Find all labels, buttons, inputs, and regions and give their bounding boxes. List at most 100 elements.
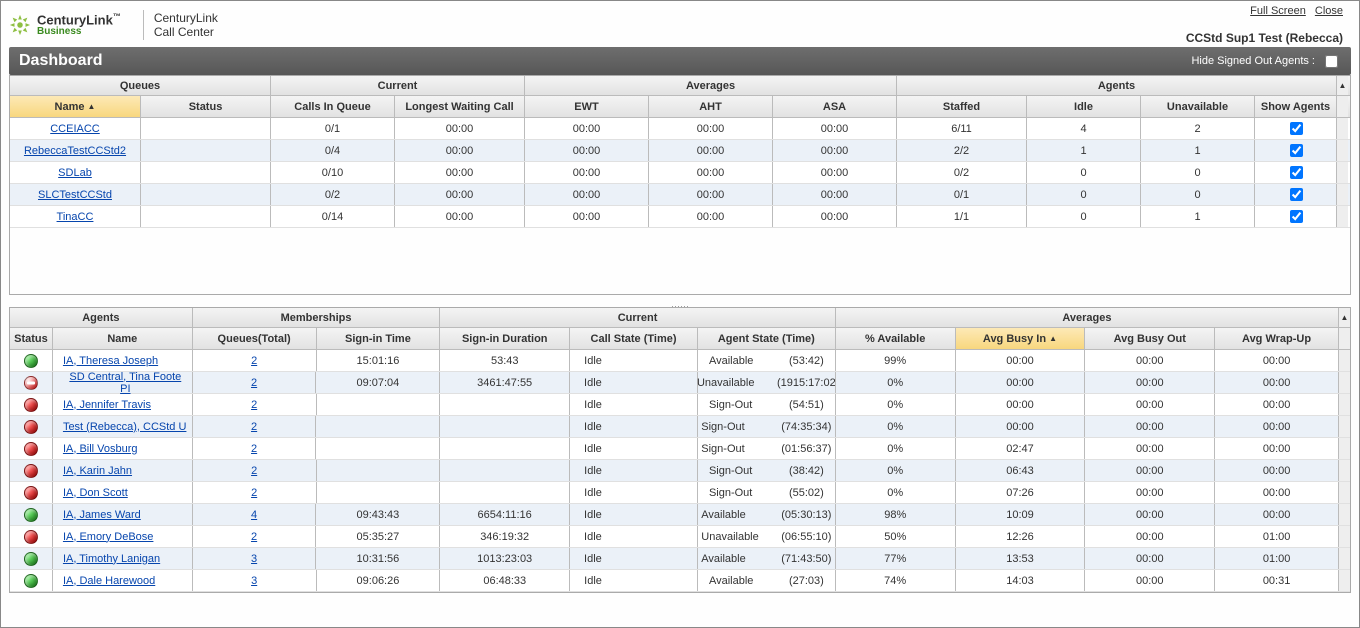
queue-name-link[interactable]: RebeccaTestCCStd2 <box>10 140 140 161</box>
queue-ewt: 00:00 <box>524 184 648 205</box>
show-agents-checkbox[interactable] <box>1290 122 1303 135</box>
agent-name-link[interactable]: IA, Karin Jahn <box>52 460 192 481</box>
agent-agentstate: Available(71:43:50) <box>697 548 835 569</box>
agents-col-header: Status Name Queues(Total) Sign-in Time S… <box>10 328 1350 350</box>
agent-name-link[interactable]: IA, Dale Harewood <box>52 570 192 591</box>
agent-name-link[interactable]: Test (Rebecca), CCStd U <box>52 416 192 437</box>
show-agents-checkbox[interactable] <box>1290 144 1303 157</box>
col-idle[interactable]: Idle <box>1026 96 1140 117</box>
agent-queues-link[interactable]: 2 <box>192 460 316 481</box>
col-calls-in-queue[interactable]: Calls In Queue <box>270 96 394 117</box>
scroll-up-icon[interactable]: ▲ <box>1336 76 1348 95</box>
group-queues: Queues <box>10 76 270 95</box>
queue-unav: 0 <box>1140 184 1254 205</box>
agent-name-link[interactable]: IA, Theresa Joseph <box>52 350 192 371</box>
col-name[interactable]: Name▲ <box>10 96 140 117</box>
col-avg-busy-in[interactable]: Avg Busy In▲ <box>955 328 1085 349</box>
show-agents-checkbox[interactable] <box>1290 166 1303 179</box>
agent-queues-link[interactable]: 2 <box>192 394 316 415</box>
show-agents-checkbox[interactable] <box>1290 188 1303 201</box>
agent-name-link[interactable]: IA, Emory DeBose <box>52 526 192 547</box>
agent-pct: 0% <box>835 394 955 415</box>
group-memberships: Memberships <box>192 308 440 327</box>
col-agent-state[interactable]: Agent State (Time) <box>697 328 835 349</box>
agent-queues-link[interactable]: 2 <box>192 482 316 503</box>
queue-aht: 00:00 <box>648 118 772 139</box>
full-screen-link[interactable]: Full Screen <box>1250 5 1306 17</box>
agent-avgout: 00:00 <box>1084 394 1214 415</box>
agent-signdur <box>439 438 569 459</box>
agent-queues-link[interactable]: 4 <box>192 504 316 525</box>
agent-queues-link[interactable]: 2 <box>192 372 316 393</box>
agent-callstate: Idle <box>569 460 697 481</box>
col-agent-name[interactable]: Name <box>52 328 192 349</box>
queue-name-link[interactable]: SLCTestCCStd <box>10 184 140 205</box>
agent-name-link[interactable]: IA, Jennifer Travis <box>52 394 192 415</box>
queue-name-link[interactable]: TinaCC <box>10 206 140 227</box>
agent-signin: 09:07:04 <box>315 372 439 393</box>
col-longest-waiting[interactable]: Longest Waiting Call <box>394 96 524 117</box>
col-show-agents[interactable]: Show Agents <box>1254 96 1336 117</box>
col-aht[interactable]: AHT <box>648 96 772 117</box>
queue-show-agents[interactable] <box>1254 184 1336 205</box>
agent-status-dot <box>10 570 52 591</box>
queues-col-header: Name▲ Status Calls In Queue Longest Wait… <box>10 96 1350 118</box>
queue-show-agents[interactable] <box>1254 118 1336 139</box>
queue-show-agents[interactable] <box>1254 140 1336 161</box>
queue-idle: 4 <box>1026 118 1140 139</box>
group-averages2: Averages <box>835 308 1338 327</box>
col-signin-duration[interactable]: Sign-in Duration <box>439 328 569 349</box>
col-avg-busy-out[interactable]: Avg Busy Out <box>1084 328 1214 349</box>
brand-logo: CenturyLink™ Business <box>9 13 133 36</box>
col-call-state[interactable]: Call State (Time) <box>569 328 697 349</box>
agent-callstate: Idle <box>569 394 697 415</box>
col-pct-available[interactable]: % Available <box>835 328 955 349</box>
col-unavailable[interactable]: Unavailable <box>1140 96 1254 117</box>
agent-pct: 0% <box>835 416 955 437</box>
queue-name-link[interactable]: CCEIACC <box>10 118 140 139</box>
agent-signdur: 3461:47:55 <box>439 372 569 393</box>
col-ewt[interactable]: EWT <box>524 96 648 117</box>
col-queues-total[interactable]: Queues(Total) <box>192 328 316 349</box>
current-user: CCStd Sup1 Test (Rebecca) <box>1186 31 1343 45</box>
agents-panel: Agents Memberships Current Averages ▲ St… <box>9 307 1351 593</box>
agent-name-link[interactable]: IA, Bill Vosburg <box>52 438 192 459</box>
agent-signin <box>316 394 440 415</box>
agent-queues-link[interactable]: 3 <box>192 570 316 591</box>
queue-asa: 00:00 <box>772 118 896 139</box>
agent-status-dot <box>10 504 52 525</box>
agent-name-link[interactable]: IA, James Ward <box>52 504 192 525</box>
agent-row: IA, Jennifer Travis2IdleSign-Out(54:51)0… <box>10 394 1350 416</box>
close-link[interactable]: Close <box>1315 5 1343 17</box>
col-agent-status[interactable]: Status <box>10 328 52 349</box>
queue-show-agents[interactable] <box>1254 162 1336 183</box>
group-current: Current <box>270 76 524 95</box>
queue-staffed: 0/2 <box>896 162 1026 183</box>
agent-queues-link[interactable]: 2 <box>192 526 316 547</box>
agent-queues-link[interactable]: 3 <box>192 548 316 569</box>
agent-pct: 50% <box>835 526 955 547</box>
col-status[interactable]: Status <box>140 96 270 117</box>
col-signin-time[interactable]: Sign-in Time <box>316 328 440 349</box>
show-agents-checkbox[interactable] <box>1290 210 1303 223</box>
agent-name-link[interactable]: SD Central, Tina Foote PI <box>52 372 192 393</box>
agent-agentstate: Sign-Out(55:02) <box>697 482 835 503</box>
col-staffed[interactable]: Staffed <box>896 96 1026 117</box>
agent-name-link[interactable]: IA, Timothy Lanigan <box>52 548 192 569</box>
scroll-up-icon-2[interactable]: ▲ <box>1338 308 1350 327</box>
agent-name-link[interactable]: IA, Don Scott <box>52 482 192 503</box>
agent-queues-link[interactable]: 2 <box>192 438 316 459</box>
agent-queues-link[interactable]: 2 <box>192 350 316 371</box>
queue-show-agents[interactable] <box>1254 206 1336 227</box>
agents-body: IA, Theresa Joseph215:01:1653:43IdleAvai… <box>10 350 1350 592</box>
agent-signin: 05:35:27 <box>315 526 439 547</box>
status-icon <box>24 552 38 566</box>
hide-signed-out-checkbox[interactable] <box>1325 55 1338 68</box>
queue-name-link[interactable]: SDLab <box>10 162 140 183</box>
agent-avgin: 13:53 <box>955 548 1085 569</box>
agent-row: IA, Timothy Lanigan310:31:561013:23:03Id… <box>10 548 1350 570</box>
queue-lwc: 00:00 <box>394 184 524 205</box>
col-avg-wrapup[interactable]: Avg Wrap-Up <box>1214 328 1338 349</box>
col-asa[interactable]: ASA <box>772 96 896 117</box>
agent-queues-link[interactable]: 2 <box>192 416 316 437</box>
